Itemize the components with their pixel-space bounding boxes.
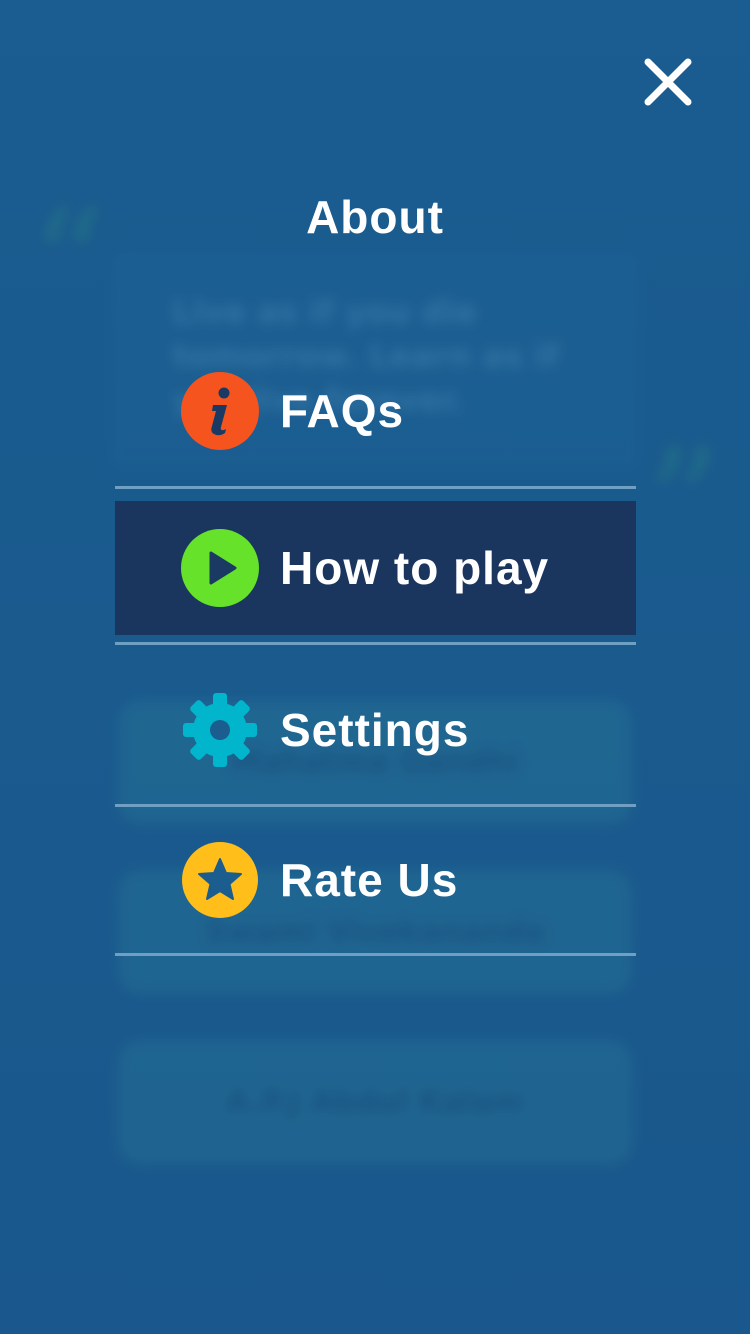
star-icon bbox=[180, 840, 260, 920]
about-menu: FAQs How to play Settings Rate Us bbox=[115, 336, 636, 956]
close-icon bbox=[644, 58, 692, 106]
menu-item-rate-us[interactable]: Rate Us bbox=[115, 807, 636, 953]
menu-item-how-to-play[interactable]: How to play bbox=[115, 501, 636, 635]
menu-item-label: FAQs bbox=[280, 385, 405, 437]
info-icon bbox=[180, 371, 260, 451]
divider bbox=[115, 953, 636, 956]
menu-title: About bbox=[306, 191, 444, 243]
close-button[interactable] bbox=[638, 52, 698, 112]
menu-item-label: Settings bbox=[280, 704, 470, 756]
menu-item-label: How to play bbox=[280, 542, 550, 594]
divider bbox=[115, 642, 636, 645]
about-menu-screen: “ Live as if you die tomorrow. Learn as … bbox=[0, 0, 750, 1334]
menu-item-label: Rate Us bbox=[280, 854, 459, 906]
gear-icon bbox=[180, 690, 260, 770]
menu-item-settings[interactable]: Settings bbox=[115, 656, 636, 804]
divider bbox=[115, 486, 636, 489]
menu-item-faqs[interactable]: FAQs bbox=[115, 336, 636, 486]
play-icon bbox=[180, 528, 260, 608]
